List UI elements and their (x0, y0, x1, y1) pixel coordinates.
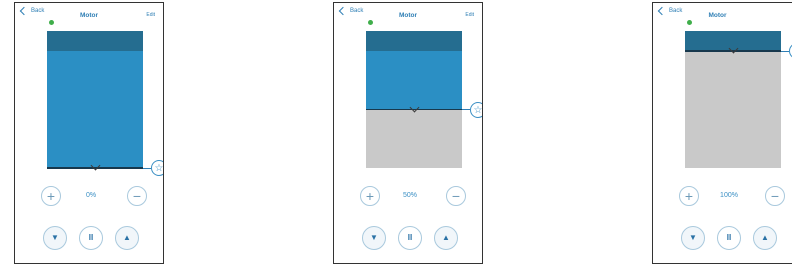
lower-button[interactable]: ▼ (43, 226, 67, 250)
level-percent: 100% (720, 192, 738, 199)
level-percent: 50% (402, 192, 417, 199)
screen-motor-0: Back Motor Edit ☆ + 0% − ▼ II ▲ (14, 2, 164, 264)
increase-button[interactable]: + (679, 186, 699, 206)
decrease-button[interactable]: − (446, 186, 466, 206)
motor-level-gauge[interactable] (685, 31, 789, 168)
handle-connector-line (143, 167, 151, 169)
increase-button[interactable]: + (360, 186, 380, 206)
header: Back Motor Edit (334, 3, 482, 25)
handle-connector-line (462, 109, 470, 110)
edit-button[interactable]: Edit (465, 12, 474, 18)
screen-motor-100: Back Motor ☆ + 100% − ▼ II ▲ (652, 2, 792, 264)
star-icon: ☆ (154, 163, 164, 174)
pause-button[interactable]: II (79, 226, 103, 250)
raise-button[interactable]: ▲ (434, 226, 458, 250)
page-title: Motor (708, 12, 727, 19)
page-title: Motor (79, 12, 99, 19)
header: Back Motor Edit (15, 3, 163, 25)
lower-button[interactable]: ▼ (362, 226, 386, 250)
increase-button[interactable]: + (41, 186, 61, 206)
motor-level-gauge[interactable] (366, 31, 470, 168)
header: Back Motor (653, 3, 792, 25)
gauge-top-band (366, 31, 462, 51)
status-dot-icon (687, 20, 692, 25)
gauge-top-band (47, 31, 143, 51)
pause-button[interactable]: II (398, 226, 422, 250)
level-percent: 0% (85, 192, 97, 199)
motor-level-gauge[interactable] (47, 31, 151, 171)
screen-motor-50: Back Motor Edit ☆ + 50% − ▼ II ▲ (333, 2, 483, 264)
gauge-fill (47, 51, 143, 168)
lower-button[interactable]: ▼ (681, 226, 705, 250)
pause-button[interactable]: II (717, 226, 741, 250)
decrease-button[interactable]: − (127, 186, 147, 206)
handle-connector-line (781, 50, 789, 52)
favorite-star-button[interactable]: ☆ (470, 101, 483, 118)
edit-button[interactable]: Edit (146, 12, 155, 18)
raise-button[interactable]: ▲ (115, 226, 139, 250)
star-icon: ☆ (473, 104, 483, 116)
page-title: Motor (398, 12, 418, 19)
status-dot-icon (368, 20, 373, 25)
status-dot-icon (49, 20, 54, 25)
decrease-button[interactable]: − (765, 186, 785, 206)
favorite-star-button[interactable]: ☆ (151, 160, 164, 176)
raise-button[interactable]: ▲ (753, 226, 777, 250)
gauge-fill (366, 51, 462, 110)
